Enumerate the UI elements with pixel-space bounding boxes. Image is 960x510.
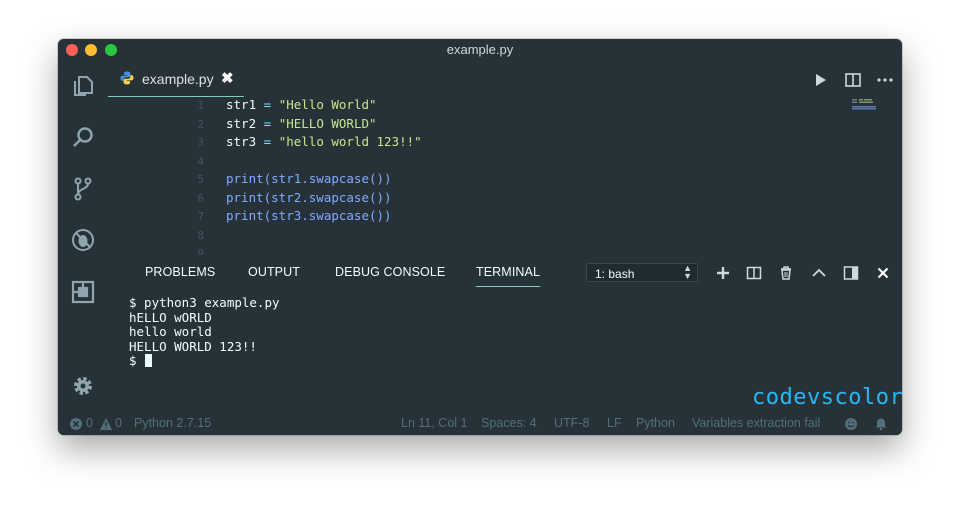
encoding[interactable]: UTF-8 xyxy=(554,416,589,430)
close-panel-icon[interactable] xyxy=(875,265,891,281)
code-line[interactable]: 8 xyxy=(108,227,902,245)
terminal-line: hELLO wORLD xyxy=(129,309,212,325)
line-number: 6 xyxy=(197,191,204,205)
terminal-select-value: 1: bash xyxy=(595,267,635,281)
line-number: 7 xyxy=(197,210,204,223)
tab-problems[interactable]: PROBLEMS xyxy=(145,265,215,279)
end-of-line[interactable]: LF xyxy=(607,416,622,430)
code-text: str3 = "hello world 123!!" xyxy=(226,134,422,149)
activity-bar xyxy=(58,61,108,413)
code-text: print(str1.swapcase()) xyxy=(226,171,392,186)
language-mode[interactable]: Python xyxy=(636,416,675,430)
explorer-icon[interactable] xyxy=(70,73,96,99)
bottom-panel: PROBLEMS OUTPUT DEBUG CONSOLE TERMINAL 1… xyxy=(108,255,902,413)
cursor-position[interactable]: Ln 11, Col 1 xyxy=(401,416,467,430)
vscode-window: example.py example.py ✖ 1 str1 = "Hello … xyxy=(58,39,902,435)
terminal-prompt: $ xyxy=(129,353,145,368)
window-title: example.py xyxy=(446,42,514,57)
terminal-prompt-line: $ xyxy=(129,353,280,368)
code-line[interactable]: 9 xyxy=(108,245,902,255)
error-icon[interactable] xyxy=(69,417,83,431)
tab-debug-console[interactable]: DEBUG CONSOLE xyxy=(335,265,445,279)
terminal-line: HELLO WORLD 123!! xyxy=(129,338,257,354)
terminal-line: $ python3 example.py xyxy=(129,295,280,310)
tab-output[interactable]: OUTPUT xyxy=(248,265,300,279)
code-line[interactable]: 4 xyxy=(108,153,902,171)
code-token: str3 xyxy=(226,134,264,149)
editor-tab-bar: example.py ✖ xyxy=(108,61,902,97)
new-terminal-icon[interactable] xyxy=(715,265,731,281)
code-text: str1 = "Hello World" xyxy=(226,97,377,112)
search-icon[interactable] xyxy=(70,125,96,151)
line-number: 1 xyxy=(197,99,204,112)
split-terminal-icon[interactable] xyxy=(746,265,762,281)
code-editor[interactable]: 1 str1 = "Hello World" 2 str2 = "HELLO WORL… xyxy=(108,97,902,255)
code-token: str1 xyxy=(226,97,264,112)
code-token: print(str3.swapcase()) xyxy=(226,208,392,223)
code-token: str2 xyxy=(226,115,264,131)
python-interpreter[interactable]: Python 2.7.15 xyxy=(134,416,211,430)
code-line[interactable]: 1 str1 = "Hello World" xyxy=(108,97,902,115)
code-line[interactable]: 7 print(str3.swapcase()) xyxy=(108,208,902,226)
warning-count[interactable]: 0 xyxy=(115,416,122,430)
tab-close-icon[interactable]: ✖ xyxy=(221,69,234,87)
settings-icon[interactable] xyxy=(70,373,96,399)
code-line[interactable]: 6 print(str2.swapcase()) xyxy=(108,190,902,208)
debug-icon[interactable] xyxy=(70,227,96,253)
error-count[interactable]: 0 xyxy=(86,416,93,430)
line-number: 3 xyxy=(197,136,204,149)
code-text: print(str2.swapcase()) xyxy=(226,190,392,205)
split-editor-icon[interactable] xyxy=(844,71,862,89)
status-bar: 0 0 Python 2.7.15 Ln 11, Col 1 Spaces: 4… xyxy=(58,413,902,435)
code-line[interactable]: 2 str2 = "HELLO WORLD" xyxy=(108,116,902,134)
code-line[interactable]: 3 str3 = "hello world 123!!" xyxy=(108,134,902,152)
terminal-cursor xyxy=(145,354,153,367)
python-file-icon xyxy=(120,71,134,85)
warning-icon[interactable] xyxy=(99,417,113,431)
extensions-icon[interactable] xyxy=(70,279,96,305)
run-icon[interactable] xyxy=(811,71,829,89)
more-actions-icon[interactable] xyxy=(876,71,894,89)
select-arrows-icon: ▲ ▼ xyxy=(683,263,692,281)
status-message: Variables extraction fail xyxy=(692,416,821,430)
code-token: "hello world 123!!" xyxy=(278,134,422,149)
tab-example-py[interactable]: example.py ✖ xyxy=(108,61,244,97)
line-number: 8 xyxy=(197,228,204,242)
code-token: "Hello World" xyxy=(278,97,377,112)
minimap[interactable] xyxy=(852,98,878,110)
line-number: 4 xyxy=(197,154,204,168)
code-line[interactable]: 5 print(str1.swapcase()) xyxy=(108,171,902,189)
indentation[interactable]: Spaces: 4 xyxy=(481,416,537,430)
code-token: "HELLO WORLD" xyxy=(278,115,377,131)
terminal-select[interactable]: 1: bash ▲ ▼ xyxy=(586,263,698,282)
tab-label: example.py xyxy=(142,71,214,87)
terminal-line: hello world xyxy=(129,324,212,339)
toggle-panel-position-icon[interactable] xyxy=(843,265,859,281)
code-text: print(str3.swapcase()) xyxy=(226,208,392,223)
title-bar: example.py xyxy=(58,39,902,61)
watermark: codevscolor.com xyxy=(752,385,902,410)
feedback-smiley-icon[interactable] xyxy=(844,417,858,431)
code-token: print(str1.swapcase()) xyxy=(226,171,392,186)
terminal-output[interactable]: $ python3 example.py hELLO wORLD hello w… xyxy=(129,295,280,368)
code-text: str2 = "HELLO WORLD" xyxy=(226,116,377,131)
notification-bell-icon[interactable] xyxy=(874,417,888,431)
maximize-panel-icon[interactable] xyxy=(811,265,827,281)
code-token: print(str2.swapcase()) xyxy=(226,189,392,205)
line-number: 9 xyxy=(197,247,204,255)
trash-icon[interactable] xyxy=(778,265,794,281)
line-number: 5 xyxy=(197,173,204,186)
source-control-icon[interactable] xyxy=(70,176,96,202)
line-number: 2 xyxy=(197,117,204,131)
tab-terminal[interactable]: TERMINAL xyxy=(476,265,541,287)
